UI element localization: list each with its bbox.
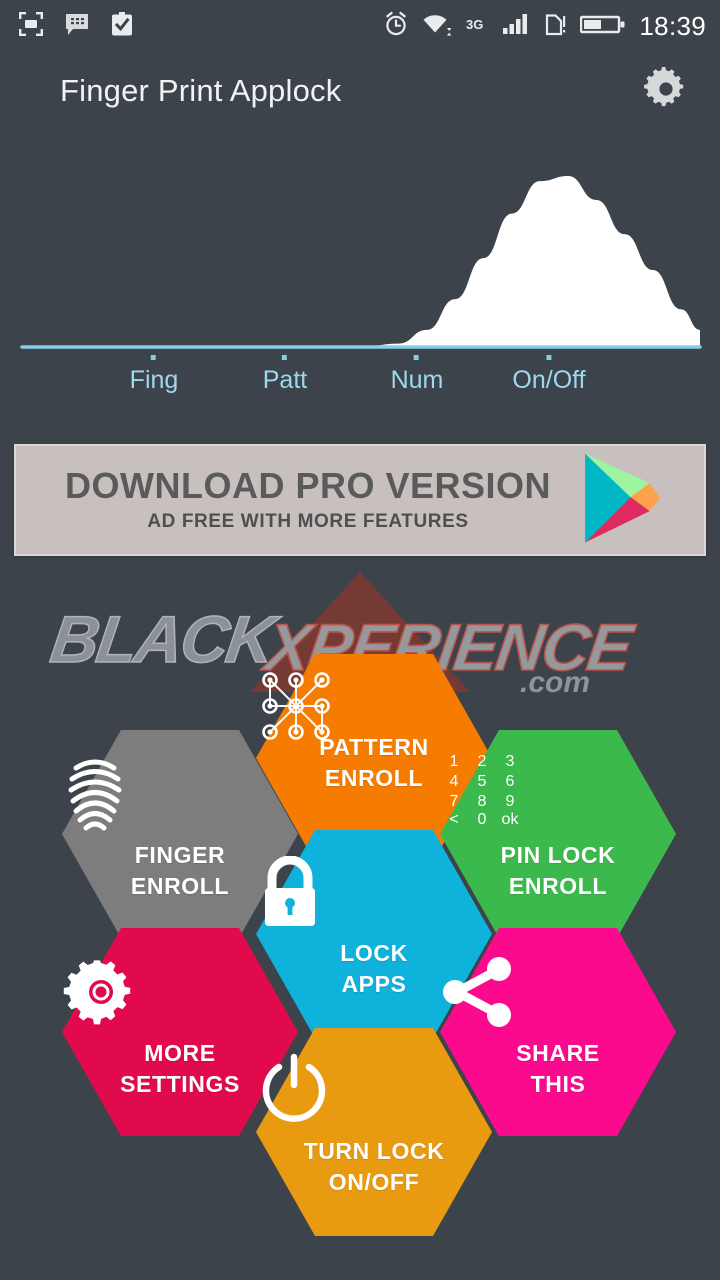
page-title: Finger Print Applock: [60, 73, 342, 108]
svg-text:3G: 3G: [466, 17, 483, 32]
chart-tab-fing[interactable]: Fing: [129, 355, 179, 395]
svg-text:BLACK: BLACK: [46, 603, 283, 677]
status-bar: 3G 18:39: [0, 0, 720, 52]
pro-banner-subtitle: AD FREE WITH MORE FEATURES: [147, 510, 469, 532]
chart-tab-label: Fing: [129, 366, 179, 394]
usage-chart: Fing Patt Num On/Off: [0, 130, 720, 420]
keypad-key: 9: [506, 793, 515, 810]
signal-bars-icon: [502, 11, 530, 42]
pro-banner-title: DOWNLOAD PRO VERSION: [64, 465, 551, 507]
keypad-key: 0: [478, 811, 487, 828]
chart-tab-label: Patt: [262, 366, 308, 394]
screenshot-icon: [18, 11, 44, 42]
pro-banner-texts: DOWNLOAD PRO VERSION AD FREE WITH MORE F…: [16, 467, 572, 533]
gear-icon: [643, 66, 689, 117]
keypad-key: 4: [450, 773, 459, 790]
status-bar-clock: 18:39: [639, 11, 706, 41]
hex-label-line1: TURN LOCK: [303, 1138, 445, 1164]
chart-plot-area: [20, 176, 702, 349]
svg-text:.com: .com: [520, 666, 590, 696]
chart-tab-row: Fing Patt Num On/Off: [0, 355, 720, 415]
download-pro-banner[interactable]: DOWNLOAD PRO VERSION AD FREE WITH MORE F…: [14, 444, 706, 556]
status-bar-right-icons: 3G 18:39: [383, 11, 720, 42]
google-play-icon: [572, 450, 682, 551]
keypad-key: 8: [478, 793, 487, 810]
sim-card-icon: [543, 11, 567, 42]
hex-button-turn-lock-on-off[interactable]: TURN LOCK ON/OFF: [256, 1026, 492, 1238]
tick-mark-icon: [281, 355, 287, 360]
keypad-key: 6: [506, 773, 515, 790]
keypad-key: <: [449, 811, 458, 828]
chart-tab-onoff[interactable]: On/Off: [512, 355, 586, 395]
settings-button[interactable]: [640, 65, 692, 117]
tick-mark-icon: [546, 355, 551, 360]
chart-tab-patt[interactable]: Patt: [263, 355, 307, 395]
keypad-key: ok: [502, 811, 520, 828]
app-screen: 3G 18:39 Finger Print Applock Fing Patt …: [0, 0, 720, 1280]
battery-icon: [580, 11, 626, 42]
app-header: Finger Print Applock: [0, 52, 720, 130]
status-bar-left-icons: [0, 11, 134, 42]
network-3g-icon: 3G: [465, 11, 489, 42]
keypad-key: 7: [450, 793, 459, 810]
hex-label-turn-lock-on-off: TURN LOCK ON/OFF: [256, 1136, 492, 1197]
keypad-key: 2: [478, 753, 487, 770]
chart-tab-label: Num: [390, 366, 444, 394]
tasks-checklist-icon: [110, 11, 134, 42]
wifi-icon: [422, 11, 452, 42]
keypad-key: 3: [506, 753, 515, 770]
hex-label-line2: ON/OFF: [328, 1168, 420, 1195]
chart-tab-num[interactable]: Num: [390, 355, 444, 395]
keypad-key: 1: [450, 753, 459, 770]
bbm-chat-icon: [64, 11, 90, 42]
alarm-icon: [383, 11, 409, 42]
chart-tab-label: On/Off: [512, 366, 586, 394]
keypad-key: 5: [478, 773, 487, 790]
tick-mark-icon: [413, 355, 419, 360]
tick-mark-icon: [150, 355, 156, 360]
